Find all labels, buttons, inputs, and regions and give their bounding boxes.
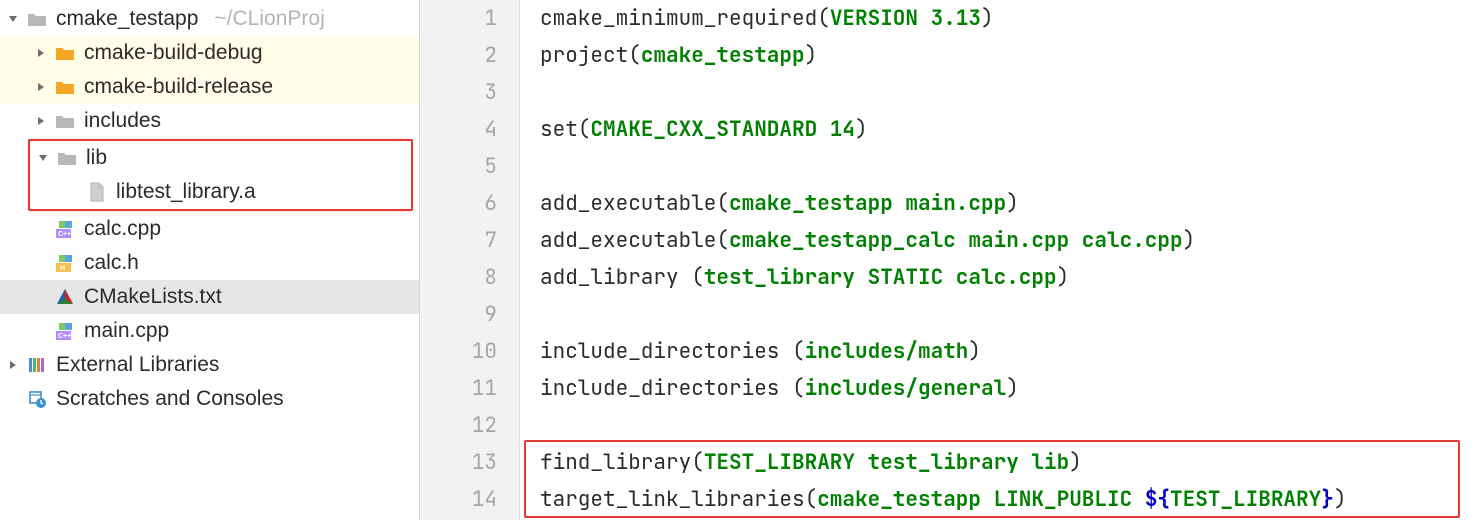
highlight-box-lib: lib libtest_library.a	[28, 139, 413, 211]
tree-item-label: cmake_testapp	[54, 7, 198, 31]
tree-item-label: calc.cpp	[82, 217, 161, 241]
tree-item-scratches[interactable]: Scratches and Consoles	[0, 382, 419, 416]
tree-item-label: CMakeLists.txt	[82, 285, 222, 309]
svg-text:H: H	[60, 265, 65, 272]
line-number: 5	[420, 148, 497, 185]
editor-area[interactable]: 1 2 3 4 5 6 7 8 9 10 11 12 13 14 cmake_m…	[420, 0, 1482, 520]
code-line[interactable]: find_library(TEST_LIBRARY test_library l…	[540, 444, 1482, 481]
line-number: 12	[420, 407, 497, 444]
line-number: 2	[420, 37, 497, 74]
code-line[interactable]: set(CMAKE_CXX_STANDARD 14)	[540, 111, 1482, 148]
code-line[interactable]: add_executable(cmake_testapp_calc main.c…	[540, 222, 1482, 259]
tree-item-calc-cpp[interactable]: C++ calc.cpp	[0, 212, 419, 246]
scratches-icon	[26, 388, 48, 410]
header-file-icon: H	[54, 252, 76, 274]
tree-item-label: cmake-build-release	[82, 75, 273, 99]
chevron-right-icon[interactable]	[34, 116, 48, 126]
cpp-file-icon: C++	[54, 320, 76, 342]
tree-item-lib[interactable]: lib	[30, 141, 411, 175]
chevron-right-icon[interactable]	[6, 360, 20, 370]
code-line[interactable]: add_library (test_library STATIC calc.cp…	[540, 259, 1482, 296]
chevron-down-icon[interactable]	[36, 153, 50, 163]
tree-item-label: cmake-build-debug	[82, 41, 263, 65]
tree-item-build-release[interactable]: cmake-build-release	[0, 70, 419, 104]
editor-gutter: 1 2 3 4 5 6 7 8 9 10 11 12 13 14	[420, 0, 520, 520]
code-line[interactable]: target_link_libraries(cmake_testapp LINK…	[540, 481, 1482, 518]
line-number: 6	[420, 185, 497, 222]
tree-item-path-hint: ~/CLionProj	[204, 7, 324, 31]
line-number: 10	[420, 333, 497, 370]
svg-text:C++: C++	[58, 231, 71, 238]
svg-text:C++: C++	[58, 333, 71, 340]
line-number: 4	[420, 111, 497, 148]
folder-icon	[26, 8, 48, 30]
chevron-right-icon[interactable]	[34, 48, 48, 58]
code-line[interactable]: include_directories (includes/math)	[540, 333, 1482, 370]
cpp-file-icon: C++	[54, 218, 76, 240]
tree-item-calc-h[interactable]: H calc.h	[0, 246, 419, 280]
code-line[interactable]: project(cmake_testapp)	[540, 37, 1482, 74]
line-number: 3	[420, 74, 497, 111]
line-number: 14	[420, 481, 497, 518]
folder-icon	[54, 76, 76, 98]
tree-item-label: main.cpp	[82, 319, 169, 343]
ide-root: cmake_testapp ~/CLionProj cmake-build-de…	[0, 0, 1482, 520]
line-number: 8	[420, 259, 497, 296]
code-line[interactable]: add_executable(cmake_testapp main.cpp)	[540, 185, 1482, 222]
folder-icon	[54, 110, 76, 132]
tree-item-label: External Libraries	[54, 353, 219, 377]
chevron-down-icon[interactable]	[6, 14, 20, 24]
tree-item-label: calc.h	[82, 251, 139, 275]
code-line[interactable]: cmake_minimum_required(VERSION 3.13)	[540, 0, 1482, 37]
project-tree[interactable]: cmake_testapp ~/CLionProj cmake-build-de…	[0, 0, 420, 520]
file-icon	[86, 181, 108, 203]
tree-item-label: lib	[84, 146, 107, 170]
line-number: 1	[420, 0, 497, 37]
line-number: 11	[420, 370, 497, 407]
tree-item-main-cpp[interactable]: C++ main.cpp	[0, 314, 419, 348]
line-number: 9	[420, 296, 497, 333]
tree-item-build-debug[interactable]: cmake-build-debug	[0, 36, 419, 70]
code-line[interactable]	[540, 74, 1482, 111]
tree-item-external-libraries[interactable]: External Libraries	[0, 348, 419, 382]
line-number: 7	[420, 222, 497, 259]
code-line[interactable]: include_directories (includes/general)	[540, 370, 1482, 407]
code-line[interactable]	[540, 296, 1482, 333]
code-line[interactable]	[540, 148, 1482, 185]
chevron-right-icon[interactable]	[34, 82, 48, 92]
editor-code[interactable]: cmake_minimum_required(VERSION 3.13) pro…	[520, 0, 1482, 520]
library-icon	[26, 354, 48, 376]
folder-icon	[56, 147, 78, 169]
tree-item-label: includes	[82, 109, 161, 133]
code-line[interactable]	[540, 407, 1482, 444]
tree-item-label: Scratches and Consoles	[54, 387, 284, 411]
tree-item-label: libtest_library.a	[114, 180, 256, 204]
cmake-file-icon	[54, 286, 76, 308]
line-number: 13	[420, 444, 497, 481]
folder-icon	[54, 42, 76, 64]
tree-item-libfile[interactable]: libtest_library.a	[30, 175, 411, 209]
tree-item-includes[interactable]: includes	[0, 104, 419, 138]
tree-item-project-root[interactable]: cmake_testapp ~/CLionProj	[0, 2, 419, 36]
tree-item-cmakelists[interactable]: CMakeLists.txt	[0, 280, 419, 314]
